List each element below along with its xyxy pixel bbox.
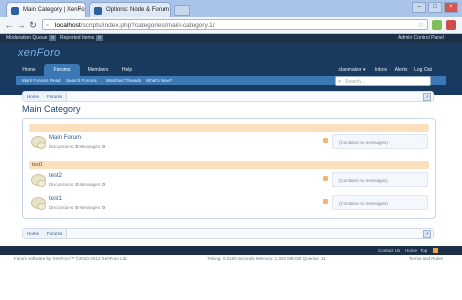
minimize-button[interactable]: – — [412, 2, 426, 13]
search-input[interactable]: ⌕ Search... — [335, 76, 431, 86]
node-list: Main Forum Discussions: 0 Messages: 0 (C… — [22, 118, 436, 219]
breadcrumb-home[interactable]: Home — [23, 92, 45, 101]
browser-toolbar: ← → ↻ ▫ localhost/scripts/index.php?cate… — [0, 17, 462, 34]
rss-feed-icon[interactable] — [323, 138, 328, 143]
search-placeholder: Search... — [345, 79, 366, 85]
close-window-button[interactable]: × — [444, 2, 458, 13]
forum-title-link[interactable]: Main Forum — [49, 135, 81, 141]
forward-arrow-icon[interactable]: → — [16, 20, 26, 30]
watched-threads-link[interactable]: Watched Threads — [106, 76, 141, 85]
category-strip[interactable]: test1 — [29, 161, 429, 169]
forum-stats: Discussions: 0 Messages: 0 — [49, 144, 105, 149]
page-title: Main Category — [22, 104, 81, 114]
reported-items-link[interactable]: Reported Items 0 — [60, 34, 103, 43]
url-host: localhost — [55, 22, 81, 29]
breadcrumb: Home Forums ↗ — [22, 91, 434, 102]
forum-item: Main Forum Discussions: 0 Messages: 0 (C… — [29, 133, 429, 153]
url-path: /scripts/index.php?categories/main-categ… — [80, 22, 215, 29]
reload-icon[interactable]: ↻ — [28, 20, 38, 30]
page-icon: ▫ — [46, 22, 49, 29]
footer-top-link[interactable]: Top — [420, 246, 427, 255]
forum-item: test2 Discussions: 0 Messages: 0 (Contai… — [29, 171, 429, 191]
contact-us-link[interactable]: Contact Us — [378, 246, 400, 255]
site-header: xenForo Home Forums Members Help clanmak… — [0, 43, 462, 95]
tab-members[interactable]: Members — [82, 64, 114, 76]
whats-new-link[interactable]: What's New? — [146, 76, 172, 85]
category-strip — [29, 124, 429, 132]
tab-close-icon[interactable]: × — [162, 3, 166, 17]
last-post-info: (Contains no messages) — [332, 195, 428, 210]
rss-icon[interactable] — [433, 248, 438, 253]
mark-forums-read-link[interactable]: Mark Forums Read — [22, 76, 61, 85]
terms-link[interactable]: Terms and Rules — [409, 256, 443, 261]
breadcrumb-forums[interactable]: Forums — [43, 92, 68, 101]
address-bar[interactable]: ▫ localhost/scripts/index.php?categories… — [42, 19, 428, 30]
main-navigation: Home Forums Members Help clanmaker ▾ Inb… — [16, 64, 446, 76]
chevron-down-icon: ▾ — [362, 67, 366, 73]
last-post-info: (Contains no messages) — [332, 172, 428, 187]
search-icon: ⌕ — [338, 79, 342, 85]
back-arrow-icon[interactable]: ← — [4, 20, 14, 30]
footer-bar: Contact Us Home Top — [0, 246, 462, 255]
search-forums-link[interactable]: Search Forums — [66, 76, 97, 85]
forum-stats: Discussions: 0 Messages: 0 — [49, 205, 105, 210]
browser-titlebar: Main Category | XenFo × Options: Node & … — [0, 0, 462, 17]
forum-read-icon — [31, 197, 46, 210]
forum-title-link[interactable]: test1 — [49, 196, 62, 202]
maximize-button[interactable]: □ — [428, 2, 442, 13]
admin-bar: Moderation Queue 0 Reported Items 0 Admin … — [0, 34, 462, 43]
new-tab-button[interactable] — [174, 5, 190, 16]
jump-to-icon[interactable]: ↗ — [423, 230, 431, 238]
tab-forums[interactable]: Forums — [44, 64, 80, 76]
breadcrumb-bottom: Home Forums ↗ — [22, 228, 434, 239]
browser-tab-main-category[interactable]: Main Category | XenFo × — [6, 2, 86, 17]
moderation-count-badge: 0 — [49, 35, 56, 41]
site-logo[interactable]: xenForo — [18, 47, 60, 59]
forum-read-icon — [31, 136, 46, 149]
inbox-link[interactable]: Inbox — [372, 64, 390, 76]
rss-feed-icon[interactable] — [323, 199, 328, 204]
logout-link[interactable]: Log Out — [412, 64, 434, 76]
software-credit[interactable]: Forum software by XenForo™ ©2010-2012 Xe… — [14, 256, 128, 261]
xenforo-favicon-icon — [11, 7, 19, 15]
browser-window: Main Category | XenFo × Options: Node & … — [0, 0, 462, 300]
extension-icon[interactable] — [432, 20, 442, 30]
admin-control-panel-link[interactable]: Admin Control Panel — [398, 34, 444, 43]
user-menu[interactable]: clanmaker ▾ — [334, 64, 370, 76]
tab-title: Options: Node & Forum — [106, 7, 170, 13]
last-post-info: (Contains no messages) — [332, 134, 428, 149]
tab-close-icon[interactable]: × — [77, 3, 81, 17]
moderation-queue-link[interactable]: Moderation Queue 0 — [6, 34, 56, 43]
extension-icon[interactable] — [446, 20, 456, 30]
forum-stats: Discussions: 0 Messages: 0 — [49, 182, 105, 187]
rss-feed-icon[interactable] — [323, 176, 328, 181]
xenforo-favicon-icon — [94, 7, 102, 15]
alerts-link[interactable]: Alerts — [392, 64, 410, 76]
tab-title: Main Category | XenFo — [23, 7, 85, 13]
tab-home[interactable]: Home — [16, 64, 42, 76]
forum-read-icon — [31, 174, 46, 187]
jump-to-icon[interactable]: ↗ — [423, 93, 431, 101]
bookmark-star-icon[interactable]: ☆ — [418, 20, 424, 31]
forum-title-link[interactable]: test2 — [49, 173, 62, 179]
window-controls: – □ × — [412, 2, 458, 13]
reported-count-badge: 0 — [96, 35, 103, 41]
footer-home-link[interactable]: Home — [405, 246, 417, 255]
web-page: Moderation Queue 0 Reported Items 0 Admin … — [0, 34, 462, 300]
forum-item: test1 Discussions: 0 Messages: 0 (Contai… — [29, 194, 429, 214]
breadcrumb-home[interactable]: Home — [23, 229, 45, 238]
tab-help[interactable]: Help — [116, 64, 138, 76]
debug-timing: Timing: 0.0160 seconds Memory: 1.329 MB … — [207, 256, 326, 261]
breadcrumb-forums[interactable]: Forums — [43, 229, 68, 238]
browser-tab-options[interactable]: Options: Node & Forum × — [89, 2, 171, 17]
